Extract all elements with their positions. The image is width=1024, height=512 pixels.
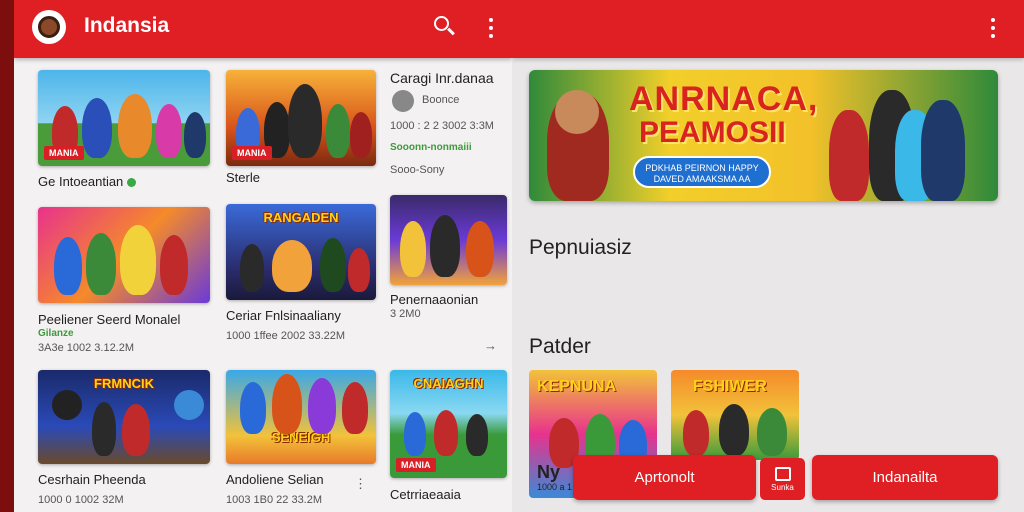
game-title: Ge Intoeantian [38, 174, 137, 189]
window-icon [774, 466, 791, 481]
game-title: Cetrriaeaaia [390, 487, 461, 502]
secondary-action-button[interactable]: Indanailta [812, 455, 998, 500]
app-bar [512, 0, 1024, 58]
shortcut-label: Sunka [771, 482, 794, 492]
banner-character-face [555, 90, 599, 134]
game-title: Cesrhain Pheenda [38, 472, 146, 487]
game-sub: Sooonn-nonmaiii [390, 142, 472, 153]
game-title: Caragi Inr.danaa [390, 70, 494, 86]
game-meta: 1000 : 2 2 3002 3:3M [390, 120, 494, 132]
right-pane: ANRNACA, PEAMOSII PDKHAB PEIRNON HAPPY DA… [512, 0, 1024, 512]
game-title: Peeliener Seerd Monalel [38, 312, 181, 327]
game-meta: 1000 0 1002 32M [38, 494, 124, 506]
game-meta: 3A3e 1002 3.12.2M [38, 342, 135, 354]
game-logo: KEPNUNA [537, 378, 617, 395]
avatar-face-icon [38, 16, 60, 38]
game-logo: FRMNCIK [94, 376, 154, 391]
game-thumbnail[interactable]: CNAIAGHN MANIA [390, 370, 507, 478]
search-icon[interactable] [434, 16, 456, 38]
game-thumbnail[interactable]: SENEIGH [226, 370, 376, 464]
game-title: Ceriar Fnlsinaaliany [226, 308, 341, 323]
banner-character [829, 110, 869, 201]
developer-name: Boonce [422, 94, 460, 106]
game-thumbnail[interactable] [38, 207, 210, 303]
game-logo: RANGADEN [263, 210, 339, 225]
banner-subheadline: PEAMOSII [639, 116, 786, 149]
game-title: Andoliene Selian [226, 472, 324, 487]
game-meta: 1000 1ffee 2002 33.22M [226, 330, 346, 342]
more-options-icon[interactable] [488, 18, 494, 38]
game-logo: CNAIAGHN [413, 376, 484, 391]
game-thumbnail[interactable]: MANIA [226, 70, 376, 166]
game-caption: Ny [537, 462, 561, 482]
game-meta: 1003 1B0 22 33.2M [226, 494, 323, 506]
game-badge: MANIA [232, 146, 272, 160]
banner-headline: ANRNACA, [629, 80, 819, 118]
banner-cta[interactable]: PDKHAB PEIRNON HAPPY DAVED AMAAKSMA AA [633, 156, 771, 188]
game-thumbnail[interactable]: FSHIWER [671, 370, 799, 460]
more-options-icon[interactable]: ⋮ [354, 476, 367, 492]
game-badge: MANIA [44, 146, 84, 160]
game-thumbnail[interactable]: RANGADEN [226, 204, 376, 300]
primary-action-button[interactable]: Aprtonolt [573, 455, 756, 500]
verified-icon [127, 178, 137, 188]
game-thumbnail[interactable]: MANIA [38, 70, 210, 166]
section-title: Pepnuiasiz [529, 236, 632, 259]
shortcut-button[interactable]: Sunka [760, 458, 805, 500]
game-badge: MANIA [396, 458, 436, 472]
game-title: Penernaaonian [390, 292, 479, 307]
game-meta: 3 2M0 [390, 308, 421, 320]
app-bar: Indansia [14, 0, 512, 58]
game-thumbnail[interactable]: FRMNCIK [38, 370, 210, 464]
developer-icon [392, 90, 414, 112]
game-sub-label: Sooo-Sony [390, 164, 445, 176]
banner-character [921, 100, 965, 201]
game-tag: Gilanze [38, 328, 74, 339]
app-logo[interactable] [32, 10, 66, 44]
game-logo: FSHIWER [693, 378, 767, 395]
section-title: Patder [529, 335, 591, 358]
more-options-icon[interactable] [990, 18, 996, 38]
arrow-right-icon[interactable]: → [484, 338, 497, 353]
promo-banner[interactable]: ANRNACA, PEAMOSII PDKHAB PEIRNON HAPPY DA… [529, 70, 998, 201]
game-thumbnail[interactable] [390, 195, 507, 285]
game-title: Sterle [226, 170, 260, 185]
app-title: Indansia [84, 14, 170, 37]
left-pane: Indansia MANIA Ge Intoeantian MANIA Ster… [14, 0, 512, 512]
